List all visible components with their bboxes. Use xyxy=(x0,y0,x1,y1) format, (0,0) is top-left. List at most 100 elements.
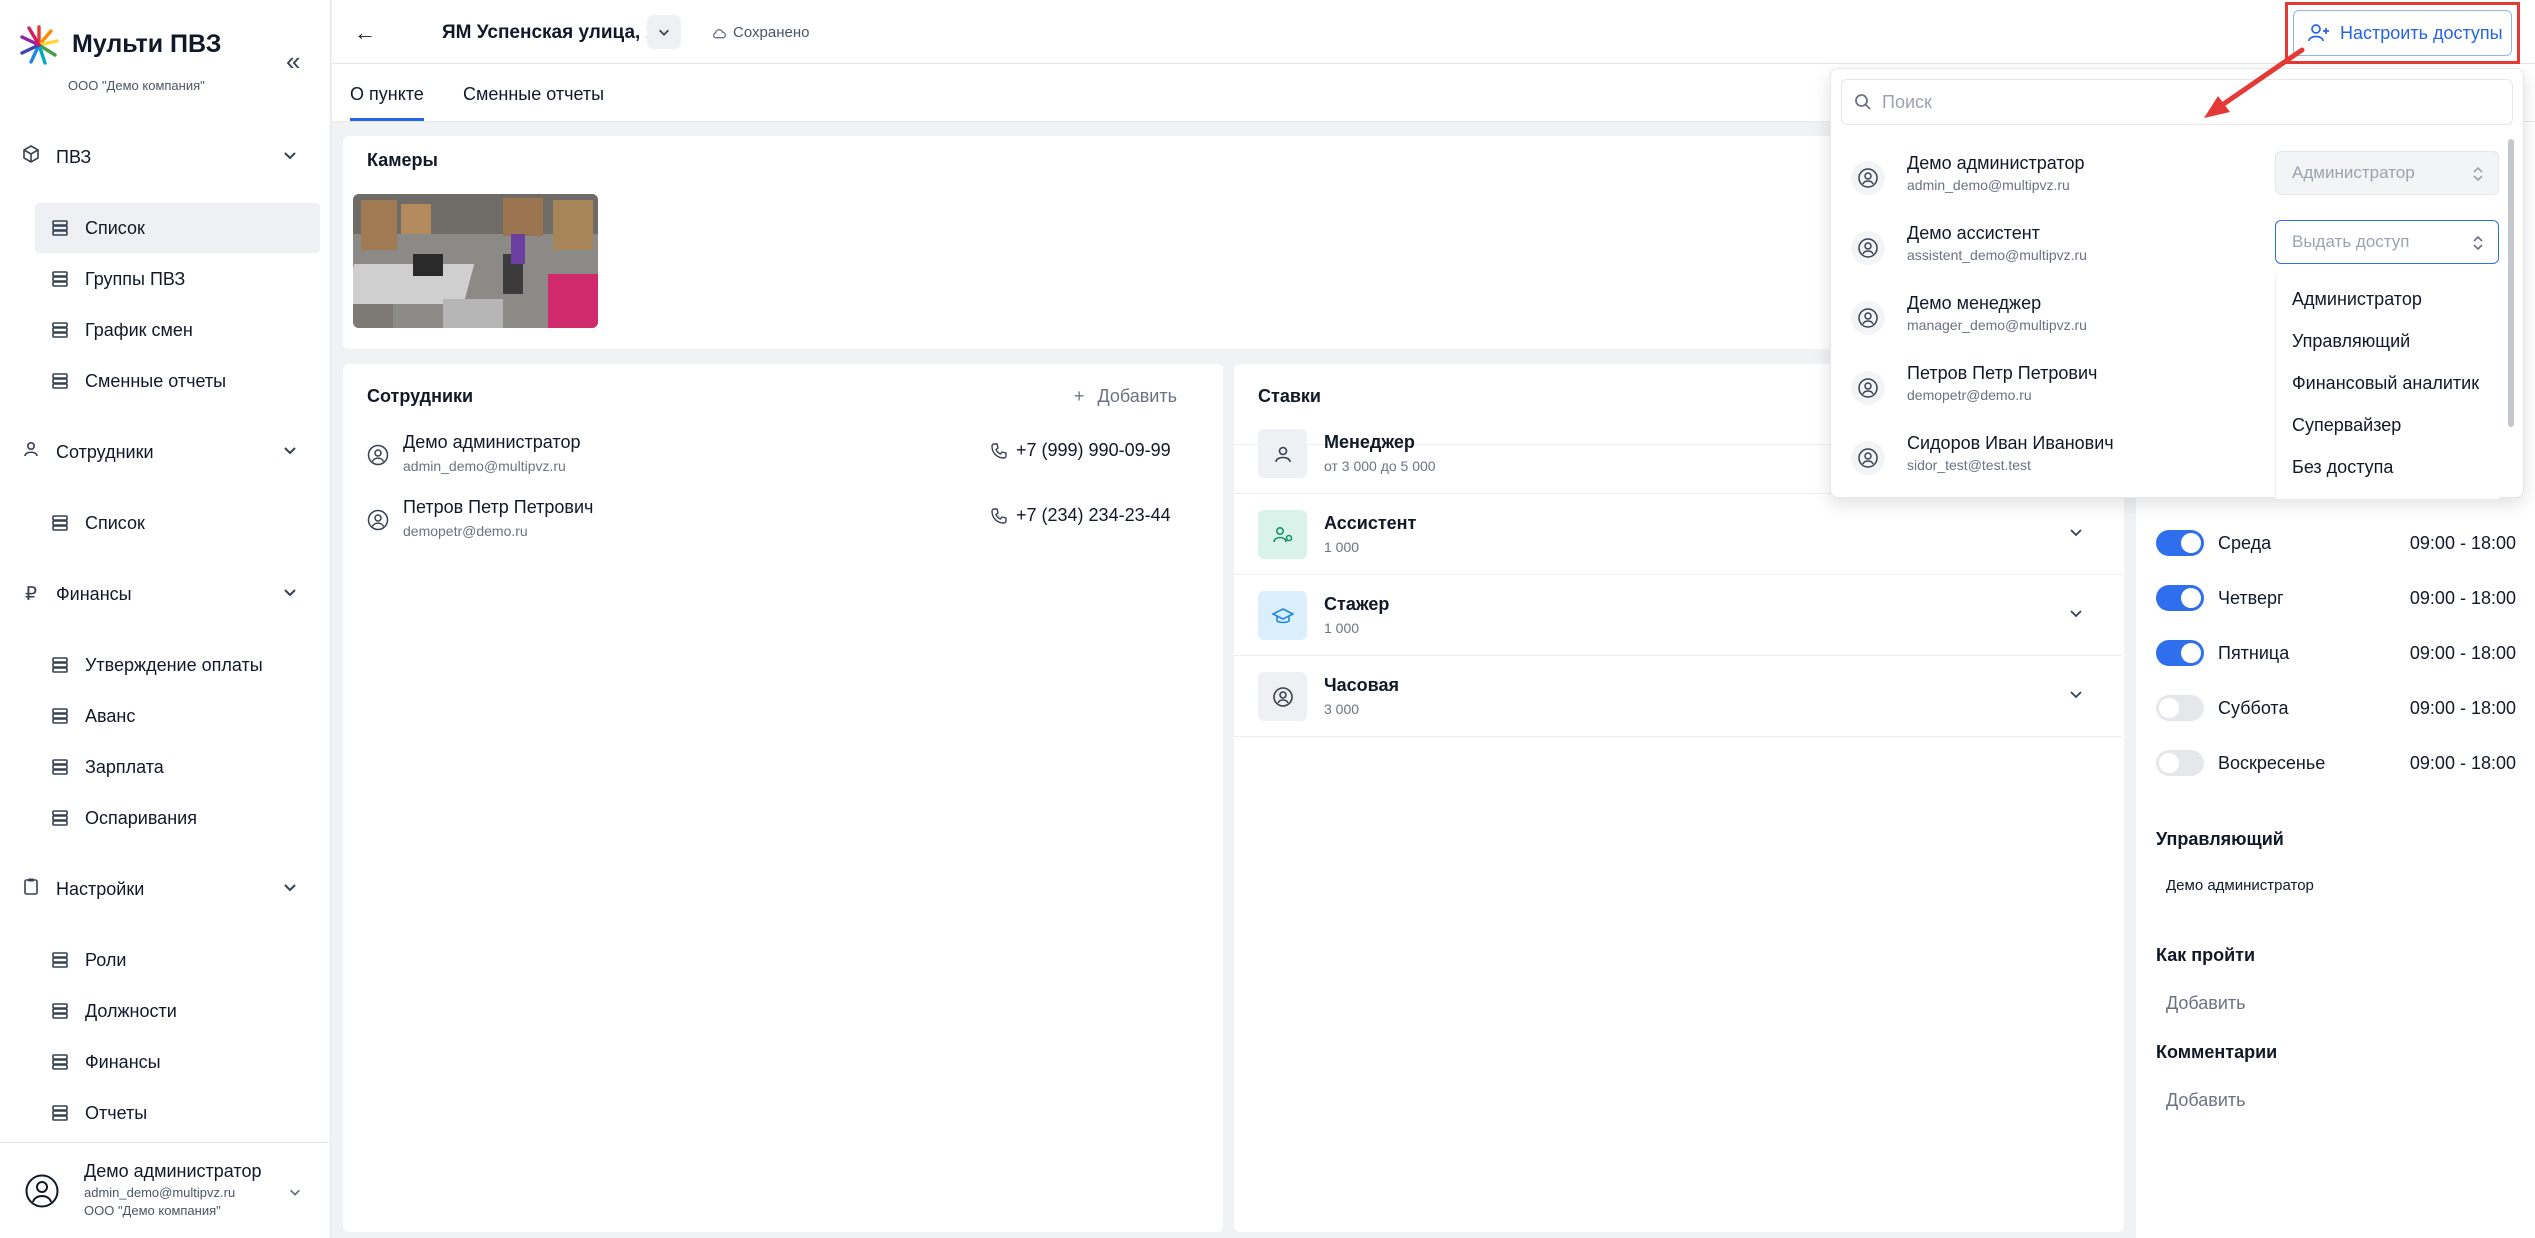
annotation-arrow-icon xyxy=(2204,47,2305,118)
rate-value: 3 000 xyxy=(1324,701,1360,717)
user-avatar-icon xyxy=(1851,231,1885,265)
chevron-down-icon xyxy=(284,152,296,160)
chevron-down-icon[interactable] xyxy=(2068,605,2084,621)
rate-row-hourly[interactable]: Часовая 3 000 xyxy=(1234,656,2122,737)
day-name: Четверг xyxy=(2218,587,2284,608)
nav-group-pvz[interactable]: ПВЗ xyxy=(20,139,310,175)
chevron-up-down-icon xyxy=(2473,235,2483,251)
chevron-down-icon[interactable] xyxy=(2068,524,2084,540)
access-user-row[interactable]: Демо ассистент assistent_demo@multipvz.r… xyxy=(1851,223,2271,283)
saved-status: Сохранено xyxy=(712,24,809,41)
point-switcher-button[interactable] xyxy=(647,15,681,49)
collapse-sidebar-icon[interactable]: « xyxy=(286,46,300,77)
camera-image xyxy=(353,194,598,328)
user-avatar-icon xyxy=(1851,371,1885,405)
access-search[interactable] xyxy=(1841,79,2513,125)
sidebar-item-roles[interactable]: Роли xyxy=(35,935,320,985)
sidebar-item-pvz-list[interactable]: Список xyxy=(35,203,320,253)
tab-shift-reports[interactable]: Сменные отчеты xyxy=(463,84,604,105)
day-toggle[interactable] xyxy=(2156,640,2204,666)
configure-access-button[interactable]: Настроить доступы xyxy=(2293,10,2512,56)
role-option-admin[interactable]: Администратор xyxy=(2292,289,2422,310)
user-avatar-icon xyxy=(367,509,389,531)
access-user-name: Демо ассистент xyxy=(1907,223,2040,243)
day-name: Пятница xyxy=(2218,642,2290,663)
day-toggle[interactable] xyxy=(2156,695,2204,721)
day-time: 09:00 - 18:00 xyxy=(2409,697,2516,718)
sidebar-item-advance[interactable]: Аванс xyxy=(35,691,320,741)
day-name: Воскресенье xyxy=(2218,752,2326,773)
sidebar-item-employees-list[interactable]: Список xyxy=(35,498,320,548)
tab-about-point[interactable]: О пункте xyxy=(350,84,424,121)
manager-heading: Управляющий xyxy=(2156,829,2284,849)
chevron-down-icon xyxy=(284,447,296,455)
current-user[interactable]: Демо администратор admin_demo@multipvz.r… xyxy=(0,1142,331,1238)
employee-email: admin_demo@multipvz.ru xyxy=(403,458,566,474)
sidebar-item-label: Отчеты xyxy=(85,1102,148,1123)
access-user-row[interactable]: Петров Петр Петрович demopetr@demo.ru xyxy=(1851,363,2271,423)
access-user-row[interactable]: Демо менеджер manager_demo@multipvz.ru xyxy=(1851,293,2271,353)
role-option-financial-analyst[interactable]: Финансовый аналитик xyxy=(2292,373,2479,394)
nav-group-label: ПВЗ xyxy=(56,146,92,167)
role-select-admin[interactable]: Администратор xyxy=(2275,151,2499,195)
access-scrollbar[interactable] xyxy=(2508,139,2514,499)
sidebar-item-pvz-groups[interactable]: Группы ПВЗ xyxy=(35,254,320,304)
sidebar-item-reports[interactable]: Отчеты xyxy=(35,1088,320,1138)
employee-name: Петров Петр Петрович xyxy=(403,497,594,517)
access-user-row[interactable]: Демо администратор admin_demo@multipvz.r… xyxy=(1851,153,2271,213)
user-avatar-icon xyxy=(25,1174,59,1208)
sidebar-item-payment-approval[interactable]: Утверждение оплаты xyxy=(35,640,320,690)
list-icon xyxy=(52,1003,68,1019)
day-toggle[interactable] xyxy=(2156,750,2204,776)
camera-thumbnail[interactable] xyxy=(353,194,598,328)
sidebar-item-shift-reports[interactable]: Сменные отчеты xyxy=(35,356,320,406)
role-options-list: Администратор Управляющий Финансовый ана… xyxy=(2275,275,2499,499)
table-row[interactable]: Демо администратор admin_demo@multipvz.r… xyxy=(367,432,1207,492)
rate-row-intern[interactable]: Стажер 1 000 xyxy=(1234,575,2122,656)
list-icon xyxy=(52,271,68,287)
clipboard-icon xyxy=(20,877,42,901)
user-company: ООО "Демо компания" xyxy=(84,1203,221,1218)
add-employee-button[interactable]: + Добавить xyxy=(1074,386,1177,407)
role-option-no-access[interactable]: Без доступа xyxy=(2292,457,2393,478)
role-select-assistant[interactable]: Выдать доступ xyxy=(2275,220,2499,264)
list-icon xyxy=(52,657,68,673)
how-to-get-add-button[interactable]: Добавить xyxy=(2166,993,2246,1014)
back-arrow-icon[interactable]: ← xyxy=(354,20,376,46)
chevron-down-icon xyxy=(290,1189,300,1196)
sidebar-item-label: Утверждение оплаты xyxy=(85,654,263,675)
day-toggle[interactable] xyxy=(2156,530,2204,556)
employee-name: Демо администратор xyxy=(403,432,581,452)
employees-card: Сотрудники + Добавить Демо администратор… xyxy=(343,364,1223,1232)
nav-group-settings[interactable]: Настройки xyxy=(20,871,310,907)
nav-group-finance[interactable]: ₽ Финансы xyxy=(20,576,310,612)
sidebar-item-positions[interactable]: Должности xyxy=(35,986,320,1036)
configure-access-label: Настроить доступы xyxy=(2340,22,2503,43)
comments-add-button[interactable]: Добавить xyxy=(2166,1090,2246,1111)
rate-row-assistant[interactable]: Ассистент 1 000 xyxy=(1234,494,2122,575)
sidebar-item-shift-schedule[interactable]: График смен xyxy=(35,305,320,355)
app-title: Мульти ПВЗ xyxy=(72,30,222,58)
sidebar-item-settings-finance[interactable]: Финансы xyxy=(35,1037,320,1087)
list-icon xyxy=(52,515,68,531)
employee-email: demopetr@demo.ru xyxy=(403,523,528,539)
phone-icon xyxy=(991,442,1007,459)
day-toggle[interactable] xyxy=(2156,585,2204,611)
sidebar-item-disputes[interactable]: Оспаривания xyxy=(35,793,320,843)
sidebar-item-label: Аванс xyxy=(85,705,136,726)
role-option-manager[interactable]: Управляющий xyxy=(2292,331,2410,352)
nav-group-employees[interactable]: Сотрудники xyxy=(20,434,310,470)
sidebar-item-salary[interactable]: Зарплата xyxy=(35,742,320,792)
cameras-title: Камеры xyxy=(367,150,438,170)
access-search-input[interactable] xyxy=(1882,91,2482,113)
table-row[interactable]: Петров Петр Петрович demopetr@demo.ru +7… xyxy=(367,497,1207,557)
logo-icon xyxy=(20,25,59,65)
chevron-down-icon[interactable] xyxy=(2068,686,2084,702)
role-option-supervisor[interactable]: Супервайзер xyxy=(2292,415,2401,436)
chevron-up-down-icon xyxy=(2473,166,2483,182)
rate-value: от 3 000 до 5 000 xyxy=(1324,458,1436,474)
day-time: 09:00 - 18:00 xyxy=(2409,587,2516,608)
user-avatar-icon xyxy=(1851,441,1885,475)
access-user-row[interactable]: Сидоров Иван Иванович sidor_test@test.te… xyxy=(1851,433,2271,493)
access-user-name: Сидоров Иван Иванович xyxy=(1907,433,2114,453)
